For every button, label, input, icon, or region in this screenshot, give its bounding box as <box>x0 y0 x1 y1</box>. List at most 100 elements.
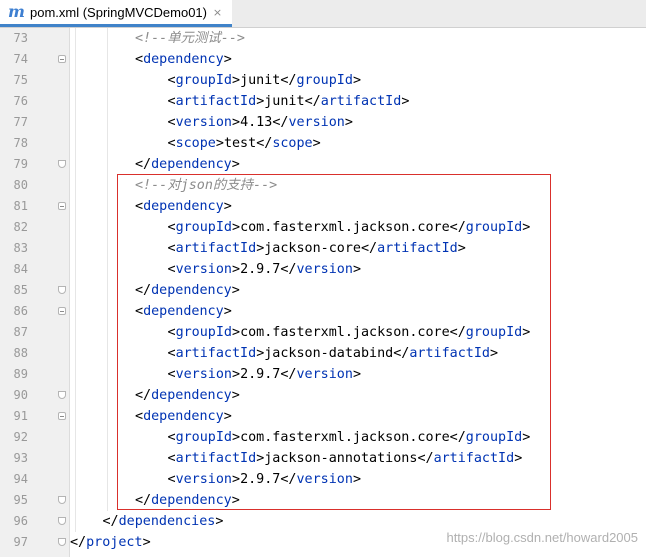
code-line[interactable]: 78 <scope>test</scope> <box>0 133 646 154</box>
code-text: <version>4.13</version> <box>168 112 353 133</box>
line-number: 97 <box>13 535 28 549</box>
fold-marker-icon[interactable] <box>58 517 66 525</box>
xml-tag-name: scope <box>272 136 313 151</box>
xml-bracket: > <box>215 136 224 151</box>
xml-bracket: </ <box>70 535 87 550</box>
xml-bracket: </ <box>256 136 273 151</box>
xml-bracket: > <box>215 514 224 529</box>
code-text: <groupId>junit</groupId> <box>168 70 362 91</box>
xml-bracket: </ <box>135 157 152 172</box>
indent-guide <box>74 28 76 532</box>
line-number: 86 <box>13 304 28 318</box>
xml-text-value: junit <box>240 73 281 88</box>
xml-tag-name: version <box>288 115 345 130</box>
xml-tag-name: artifactId <box>175 94 257 109</box>
xml-text-value: 4.13 <box>240 115 273 130</box>
fold-marker-icon[interactable] <box>58 307 66 315</box>
fold-marker-icon[interactable] <box>58 55 66 63</box>
watermark: https://blog.csdn.net/howard2005 <box>446 530 638 545</box>
line-number: 93 <box>13 451 28 465</box>
code-text: <!--单元测试--> <box>135 28 245 49</box>
line-number: 91 <box>13 409 28 423</box>
tab-title: pom.xml (SpringMVCDemo01) <box>30 4 207 20</box>
code-text: </dependencies> <box>103 511 224 532</box>
xml-tag-name: groupId <box>175 73 232 88</box>
line-number: 85 <box>13 283 28 297</box>
code-line[interactable]: 96 </dependencies> <box>0 511 646 532</box>
line-number: 75 <box>13 73 28 87</box>
xml-bracket: > <box>223 52 232 67</box>
xml-tag-name: version <box>175 115 232 130</box>
xml-tag-name: groupId <box>296 73 353 88</box>
line-number: 73 <box>13 31 28 45</box>
xml-text-value: test <box>223 136 257 151</box>
fold-marker-icon[interactable] <box>58 496 66 504</box>
code-text: </dependency> <box>135 154 240 175</box>
tab-pom-xml[interactable]: m pom.xml (SpringMVCDemo01) × <box>0 0 232 27</box>
indent-guide <box>107 28 108 511</box>
xml-bracket: </ <box>304 94 321 109</box>
xml-bracket: </ <box>102 514 119 529</box>
fold-marker-icon[interactable] <box>58 202 66 210</box>
code-line[interactable]: 73 <!--单元测试--> <box>0 28 646 49</box>
xml-tag-name: scope <box>175 136 216 151</box>
code-line[interactable]: 77 <version>4.13</version> <box>0 112 646 133</box>
line-number: 95 <box>13 493 28 507</box>
xml-bracket: < <box>167 115 176 130</box>
editor-tab-bar: m pom.xml (SpringMVCDemo01) × <box>0 0 646 28</box>
code-text: </project> <box>70 532 151 553</box>
fold-marker-icon[interactable] <box>58 391 66 399</box>
line-number: 92 <box>13 430 28 444</box>
fold-marker-icon[interactable] <box>58 538 66 546</box>
line-number: 87 <box>13 325 28 339</box>
xml-bracket: > <box>232 115 241 130</box>
line-number: 89 <box>13 367 28 381</box>
close-icon[interactable]: × <box>211 6 224 19</box>
xml-bracket: > <box>344 115 353 130</box>
xml-text-value: junit <box>264 94 305 109</box>
xml-bracket: > <box>352 73 361 88</box>
fold-marker-icon[interactable] <box>58 412 66 420</box>
xml-tag-name: dependency <box>143 52 224 67</box>
maven-m-icon: m <box>8 2 25 21</box>
code-line[interactable]: 79 </dependency> <box>0 154 646 175</box>
xml-bracket: < <box>167 94 176 109</box>
highlight-box-json-dependencies <box>117 174 551 510</box>
code-text: <scope>test</scope> <box>168 133 321 154</box>
xml-tag-name: artifactId <box>320 94 402 109</box>
fold-marker-icon[interactable] <box>58 286 66 294</box>
line-number: 78 <box>13 136 28 150</box>
line-number: 77 <box>13 115 28 129</box>
line-number: 82 <box>13 220 28 234</box>
line-number: 74 <box>13 52 28 66</box>
code-line[interactable]: 75 <groupId>junit</groupId> <box>0 70 646 91</box>
xml-bracket: < <box>167 73 176 88</box>
code-line[interactable]: 74 <dependency> <box>0 49 646 70</box>
xml-bracket: </ <box>280 73 297 88</box>
xml-bracket: </ <box>272 115 289 130</box>
xml-tag-name: project <box>86 535 143 550</box>
line-number: 80 <box>13 178 28 192</box>
xml-bracket: > <box>401 94 410 109</box>
xml-tag-name: dependencies <box>118 514 216 529</box>
xml-bracket: > <box>231 157 240 172</box>
line-number: 81 <box>13 199 28 213</box>
line-number: 94 <box>13 472 28 486</box>
xml-bracket: < <box>135 52 144 67</box>
xml-bracket: > <box>312 136 321 151</box>
xml-comment: <!--单元测试--> <box>135 31 245 46</box>
fold-marker-icon[interactable] <box>58 160 66 168</box>
code-line[interactable]: 76 <artifactId>junit</artifactId> <box>0 91 646 112</box>
code-text: <dependency> <box>135 49 232 70</box>
line-number: 76 <box>13 94 28 108</box>
xml-bracket: < <box>167 136 176 151</box>
line-number: 84 <box>13 262 28 276</box>
line-number: 96 <box>13 514 28 528</box>
code-text: <artifactId>junit</artifactId> <box>168 91 410 112</box>
line-number: 79 <box>13 157 28 171</box>
line-number: 90 <box>13 388 28 402</box>
line-number: 88 <box>13 346 28 360</box>
line-number: 83 <box>13 241 28 255</box>
xml-tag-name: dependency <box>151 157 232 172</box>
xml-bracket: > <box>142 535 151 550</box>
